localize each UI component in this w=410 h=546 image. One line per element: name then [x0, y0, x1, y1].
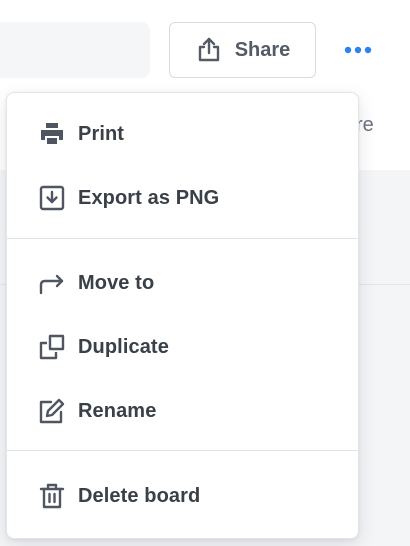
export-download-icon	[37, 183, 67, 213]
print-icon	[37, 119, 67, 149]
menu-item-label: Duplicate	[78, 335, 169, 358]
duplicate-icon	[37, 332, 67, 362]
rename-edit-icon	[37, 396, 67, 426]
share-icon	[198, 37, 219, 62]
menu-item-export-png[interactable]: Export as PNG	[7, 170, 358, 226]
more-button[interactable]	[336, 30, 380, 70]
menu-item-rename[interactable]: Rename	[7, 383, 358, 439]
top-bar: Share	[0, 0, 410, 96]
share-label: Share	[234, 38, 291, 61]
menu-item-label: Print	[78, 122, 125, 145]
menu-separator	[7, 238, 358, 239]
board-options-menu: Print Export as PNG Move to Duplicate Re…	[6, 92, 359, 539]
move-arrow-icon	[37, 268, 67, 298]
menu-separator	[7, 450, 358, 451]
trash-icon	[37, 481, 67, 511]
search-field[interactable]	[0, 22, 150, 78]
page: Share re Print Export as PNG Move to Dup…	[0, 0, 410, 546]
menu-item-move-to[interactable]: Move to	[7, 255, 358, 311]
menu-item-delete-board[interactable]: Delete board	[7, 468, 358, 524]
menu-item-label: Delete board	[78, 484, 201, 507]
menu-item-duplicate[interactable]: Duplicate	[7, 319, 358, 375]
menu-item-print[interactable]: Print	[7, 106, 358, 162]
share-button[interactable]: Share	[169, 22, 316, 78]
menu-item-label: Rename	[78, 399, 157, 422]
menu-item-label: Move to	[78, 271, 155, 294]
more-horizontal-icon	[344, 46, 372, 54]
menu-item-label: Export as PNG	[78, 186, 220, 209]
